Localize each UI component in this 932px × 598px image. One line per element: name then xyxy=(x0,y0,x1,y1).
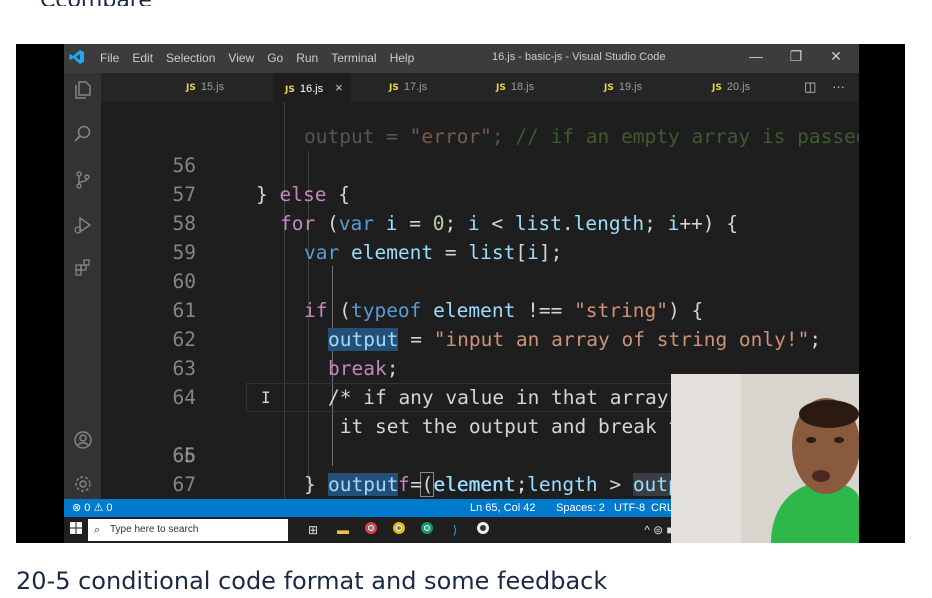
tab-19-js[interactable]: JS 19.js xyxy=(604,73,642,102)
code-line-60: 60 if (typeof element !== "string") { xyxy=(101,238,859,322)
menu-file[interactable]: File xyxy=(100,51,119,65)
more-actions-icon[interactable]: ··· xyxy=(832,79,845,94)
webcam-overlay xyxy=(671,374,859,543)
code-line-59: 59 xyxy=(101,209,859,264)
file-explorer-icon[interactable]: ▬ xyxy=(334,521,352,539)
code-line-63: 63 /* if any value in that array comes o… xyxy=(101,325,859,409)
js-file-icon: JS xyxy=(389,83,399,93)
menu-go[interactable]: Go xyxy=(267,51,283,65)
split-editor-icon[interactable]: ◫ xyxy=(804,79,816,94)
tab-label: 18.js xyxy=(510,81,535,93)
vscode-taskbar-icon[interactable]: ⟩ xyxy=(446,521,464,539)
close-window-button[interactable]: ✕ xyxy=(826,48,846,65)
tab-label: 16.js xyxy=(299,83,324,95)
editor-tabs: JS 15.js JS 16.js × JS 17.js JS 18.js JS 19.js… xyxy=(101,73,859,102)
menu-terminal[interactable]: Terminal xyxy=(331,51,376,65)
search-icon[interactable] xyxy=(64,119,101,149)
restore-button[interactable]: ❐ xyxy=(786,48,806,65)
search-icon: ⌕ xyxy=(94,524,101,536)
files-icon[interactable] xyxy=(64,75,101,105)
menu-selection[interactable]: Selection xyxy=(166,51,215,65)
menu-view[interactable]: View xyxy=(228,51,254,65)
run-debug-icon[interactable] xyxy=(64,210,101,240)
accounts-icon[interactable] xyxy=(64,425,101,455)
tab-18-js[interactable]: JS 18.js xyxy=(496,73,534,102)
problems-indicator[interactable]: ⊗ 0 ⚠ 0 xyxy=(72,499,112,517)
vscode-logo-icon xyxy=(69,49,87,67)
windows-start-icon[interactable] xyxy=(67,521,85,539)
chrome-icon[interactable] xyxy=(390,521,408,539)
encoding[interactable]: UTF-8 xyxy=(614,499,645,517)
cursor-position[interactable]: Ln 65, Col 42 xyxy=(470,499,535,517)
chrome-icon[interactable] xyxy=(418,521,436,539)
source-control-icon[interactable] xyxy=(64,165,101,195)
settings-gear-icon[interactable] xyxy=(64,469,101,499)
close-tab-icon[interactable]: × xyxy=(335,80,343,95)
extensions-icon[interactable] xyxy=(64,252,101,282)
code-line-55: output = "error"; // if an empty array i… xyxy=(304,125,859,148)
video-player[interactable]: File Edit Selection View Go Run Terminal… xyxy=(16,44,905,543)
task-view-icon[interactable]: ⊞ xyxy=(304,521,322,539)
indentation[interactable]: Spaces: 2 xyxy=(556,499,605,517)
previous-heading-fragment: Ccompare xyxy=(0,0,932,6)
activity-bar xyxy=(64,73,101,499)
js-file-icon: JS xyxy=(712,83,722,93)
tab-actions: ◫ ··· xyxy=(804,79,845,95)
page-title: 20-5 conditional code format and some fe… xyxy=(16,567,608,595)
code-line-57: 57 for (var i = 0; i < list.length; i++)… xyxy=(101,151,859,235)
tab-label: 20.js xyxy=(726,81,751,93)
title-bar: File Edit Selection View Go Run Terminal… xyxy=(64,44,859,73)
tab-label: 17.js xyxy=(403,81,428,93)
js-file-icon: JS xyxy=(285,85,295,95)
tab-label: 19.js xyxy=(618,81,643,93)
js-file-icon: JS xyxy=(604,83,614,93)
menu-help[interactable]: Help xyxy=(390,51,415,65)
obs-icon[interactable] xyxy=(474,521,492,539)
tab-label: 15.js xyxy=(200,81,225,93)
tab-16-js[interactable]: JS 16.js × xyxy=(273,73,351,102)
menu-bar: File Edit Selection View Go Run Terminal… xyxy=(100,51,427,65)
js-file-icon: JS xyxy=(186,83,196,93)
chrome-icon[interactable] xyxy=(362,521,380,539)
tab-17-js[interactable]: JS 17.js xyxy=(389,73,427,102)
taskbar-search-input[interactable]: ⌕ Type here to search xyxy=(88,519,288,541)
code-line-58: 58 var element = list[i]; xyxy=(101,180,859,264)
code-line-61: 61 output = "input an array of string on… xyxy=(101,267,859,351)
text-cursor-icon: I xyxy=(261,388,271,407)
code-line-62: 62 break; xyxy=(101,296,859,380)
window-title: 16.js - basic-js - Visual Studio Code xyxy=(492,51,666,63)
menu-run[interactable]: Run xyxy=(296,51,318,65)
tab-15-js[interactable]: JS 15.js xyxy=(186,73,224,102)
menu-edit[interactable]: Edit xyxy=(132,51,153,65)
tab-20-js[interactable]: JS 20.js xyxy=(712,73,750,102)
js-file-icon: JS xyxy=(496,83,506,93)
minimize-button[interactable]: — xyxy=(746,48,766,64)
code-line-56: 56 } else { xyxy=(101,122,859,206)
